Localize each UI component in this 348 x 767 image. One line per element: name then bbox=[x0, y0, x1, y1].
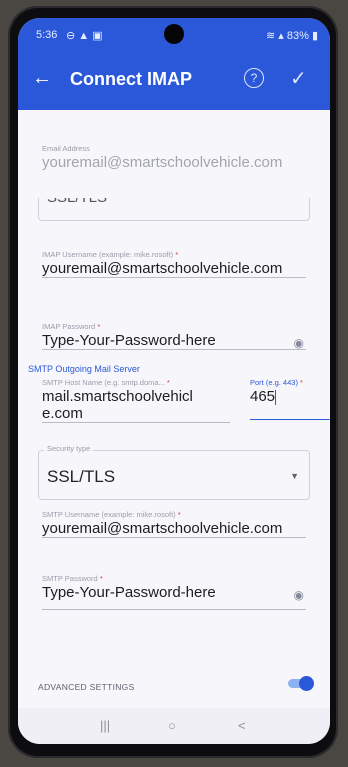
security-type-value: SSL/TLS bbox=[47, 467, 116, 486]
toggle-knob bbox=[299, 676, 314, 691]
incoming-security-value: SSL/TLS bbox=[47, 198, 107, 206]
email-field: Email Address youremail@smartschoolvehic… bbox=[42, 144, 306, 171]
status-bar: 5:36 ⊖ ▲ ▣ ≋ ▴ 83% ▮ bbox=[18, 18, 330, 52]
email-label: Email Address bbox=[42, 144, 90, 153]
smtp-username-value: youremail@smartschoolvehicle.com bbox=[42, 520, 283, 537]
signal-icon: ▴ bbox=[278, 30, 284, 42]
recents-icon[interactable]: ||| bbox=[100, 718, 110, 733]
status-right: ≋ ▴ 83% ▮ bbox=[266, 29, 318, 42]
eye-icon[interactable]: ◉ bbox=[294, 336, 304, 350]
battery-icon: ▮ bbox=[311, 30, 318, 42]
required-mark: * bbox=[99, 574, 103, 583]
status-left-icons: ⊖ ▲ ▣ bbox=[66, 30, 103, 42]
phone-frame: 5:36 ⊖ ▲ ▣ ≋ ▴ 83% ▮ ← Connect IMAP ? ✓ … bbox=[8, 6, 338, 758]
security-type-label: Security type bbox=[44, 444, 94, 453]
imap-password-label: IMAP Password bbox=[42, 322, 96, 331]
imap-username-field[interactable]: IMAP Username (example: mike.rosoft) * y… bbox=[42, 250, 306, 278]
text-cursor bbox=[275, 389, 277, 405]
required-mark: * bbox=[97, 322, 101, 331]
smtp-password-field[interactable]: SMTP Password * Type-Your-Password-here … bbox=[42, 574, 306, 610]
smtp-host-field[interactable]: SMTP Host Name (e.g. smtp.doma... * mail… bbox=[42, 378, 230, 423]
system-nav-bar: ||| ○ < bbox=[18, 708, 330, 744]
confirm-check-icon[interactable]: ✓ bbox=[290, 66, 307, 91]
smtp-host-value: mail.smartschoolvehicle.com bbox=[42, 388, 193, 422]
smtp-username-label: SMTP Username (example: mike.rosoft) bbox=[42, 510, 176, 519]
smtp-port-label: Port (e.g. 443) bbox=[250, 378, 298, 387]
incoming-security-select[interactable]: SSL/TLS bbox=[38, 198, 310, 221]
home-icon[interactable]: ○ bbox=[168, 718, 176, 733]
smtp-password-label: SMTP Password bbox=[42, 574, 98, 583]
imap-password-value: Type-Your-Password-here bbox=[42, 332, 216, 349]
screen: 5:36 ⊖ ▲ ▣ ≋ ▴ 83% ▮ ← Connect IMAP ? ✓ … bbox=[18, 18, 330, 744]
front-camera bbox=[164, 24, 184, 44]
required-mark: * bbox=[300, 378, 303, 387]
app-bar: ← Connect IMAP ? ✓ bbox=[18, 52, 330, 110]
required-mark: * bbox=[175, 250, 179, 259]
eye-icon[interactable]: ◉ bbox=[294, 588, 304, 602]
help-icon[interactable]: ? bbox=[244, 68, 264, 88]
advanced-settings-toggle[interactable] bbox=[288, 676, 314, 691]
back-nav-icon[interactable]: < bbox=[238, 718, 246, 733]
email-value: youremail@smartschoolvehicle.com bbox=[42, 154, 283, 171]
smtp-port-field[interactable]: Port (e.g. 443) * 465 bbox=[250, 378, 330, 420]
smtp-port-value: 465 bbox=[250, 388, 276, 405]
dropdown-caret-icon: ▼ bbox=[290, 471, 299, 481]
smtp-section-title: SMTP Outgoing Mail Server bbox=[28, 364, 140, 374]
back-arrow-icon[interactable]: ← bbox=[32, 68, 52, 88]
security-type-select[interactable]: SSL/TLS ▼ bbox=[38, 450, 310, 500]
imap-username-value: youremail@smartschoolvehicle.com bbox=[42, 260, 283, 277]
battery-level: 83% bbox=[286, 30, 309, 42]
wifi-icon: ≋ bbox=[265, 30, 276, 42]
advanced-settings-label: ADVANCED SETTINGS bbox=[38, 682, 135, 692]
status-time: 5:36 bbox=[36, 29, 58, 41]
required-mark: * bbox=[166, 378, 170, 387]
imap-password-field[interactable]: IMAP Password * Type-Your-Password-here … bbox=[42, 322, 306, 350]
smtp-username-field[interactable]: SMTP Username (example: mike.rosoft) * y… bbox=[42, 510, 306, 538]
required-mark: * bbox=[177, 510, 181, 519]
page-title: Connect IMAP bbox=[70, 69, 193, 89]
smtp-host-label: SMTP Host Name (e.g. smtp.doma... bbox=[42, 378, 165, 387]
smtp-password-value: Type-Your-Password-here bbox=[42, 584, 216, 601]
form-content: Email Address youremail@smartschoolvehic… bbox=[18, 110, 330, 700]
imap-username-label: IMAP Username (example: mike.rosoft) bbox=[42, 250, 174, 259]
